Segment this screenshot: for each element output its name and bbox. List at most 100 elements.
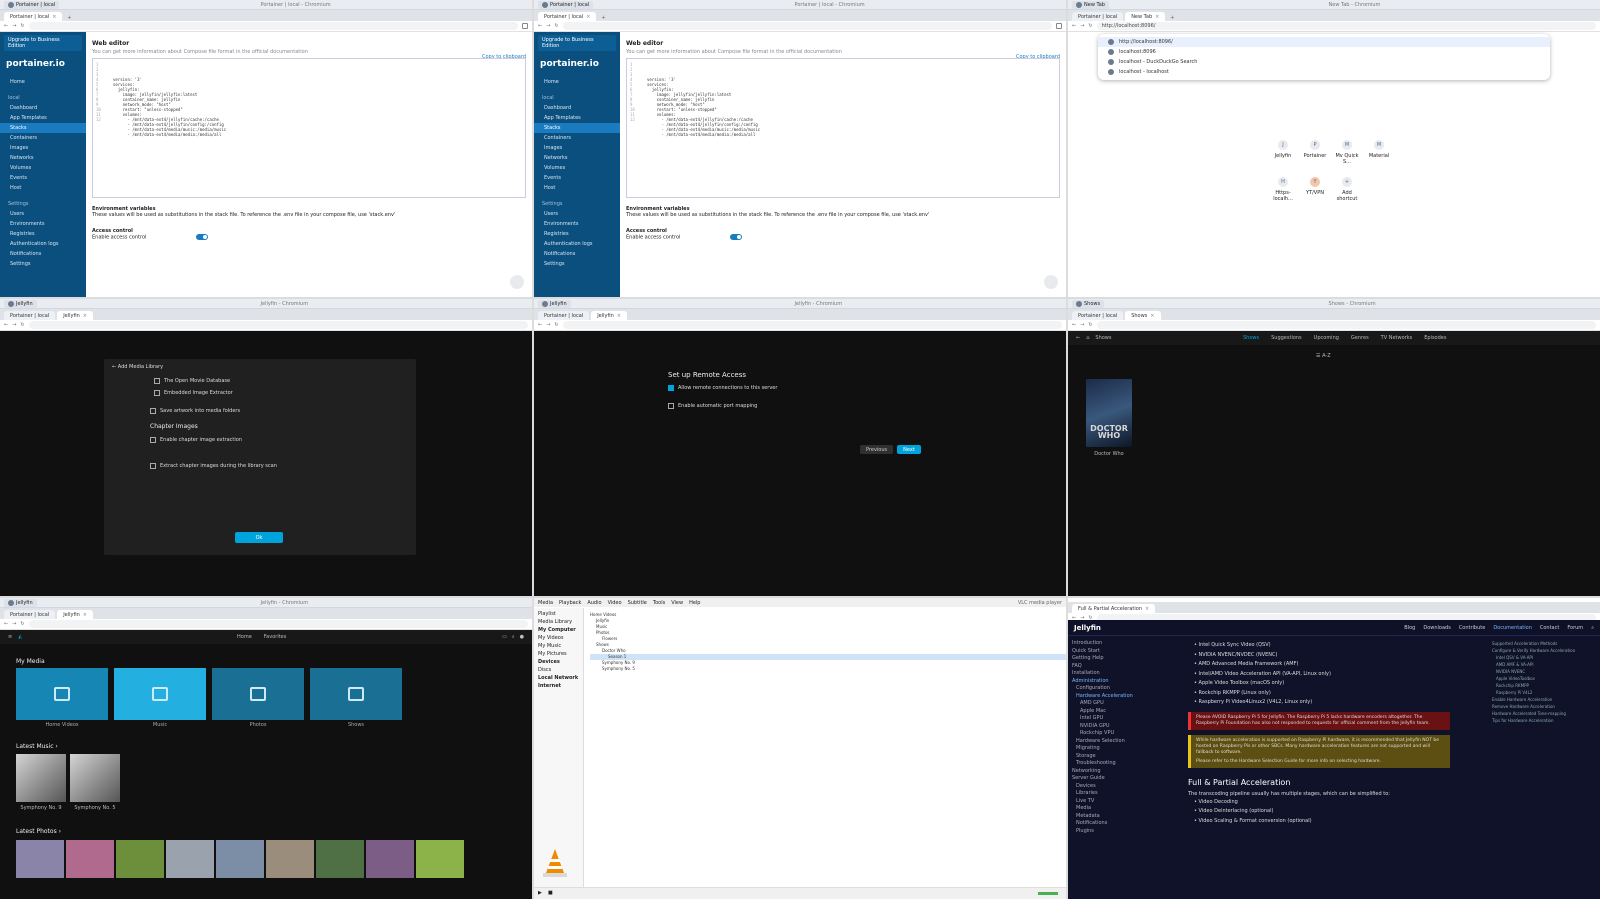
latest-music-heading[interactable]: Latest Music › xyxy=(16,743,58,750)
checkbox[interactable] xyxy=(668,403,674,409)
album-cover[interactable] xyxy=(70,754,120,802)
menu-audio[interactable]: Audio xyxy=(587,600,601,606)
taskbar-item-jellyfin[interactable]: Jellyfin xyxy=(4,299,37,308)
sidebar-item-environments[interactable]: Environments xyxy=(0,219,86,229)
side-link[interactable]: Storage xyxy=(1072,753,1144,761)
compose-editor[interactable]: 1 2 3 4 5 6 7 8 9 10 11 12 version: '3' … xyxy=(626,58,1060,198)
new-tab-button[interactable]: + xyxy=(598,15,608,21)
library-home-videos[interactable]: Home Videos xyxy=(16,668,108,728)
side-link[interactable]: Migrating xyxy=(1072,745,1144,753)
sidebar-item-auth-logs[interactable]: Authentication logs xyxy=(534,239,620,249)
url-field[interactable] xyxy=(28,321,528,329)
side-link[interactable]: Metadata xyxy=(1072,813,1144,821)
tab-jellyfin[interactable]: Jellyfin × xyxy=(591,311,627,320)
side-link[interactable]: Plugins xyxy=(1072,828,1144,836)
side-link[interactable]: Apple Mac xyxy=(1072,708,1144,716)
url-field[interactable] xyxy=(28,22,518,30)
stop-icon[interactable]: ■ xyxy=(548,890,553,896)
side-link[interactable]: Troubleshooting xyxy=(1072,760,1144,768)
menu-media[interactable]: Media xyxy=(538,600,553,606)
upgrade-banner[interactable]: Upgrade to Business Edition xyxy=(538,35,616,51)
sidebar-item-volumes[interactable]: Volumes xyxy=(534,163,620,173)
side-link[interactable]: Rockchip VPU xyxy=(1072,730,1144,738)
url-field[interactable]: http://localhost:8096/ xyxy=(1096,22,1596,30)
sidebar-item-app-templates[interactable]: App Templates xyxy=(0,113,86,123)
sidebar-item-users[interactable]: Users xyxy=(534,209,620,219)
allow-remote-option[interactable]: Allow remote connections to this server xyxy=(668,385,948,391)
sidebar-item-auth-logs[interactable]: Authentication logs xyxy=(0,239,86,249)
toc-link[interactable]: Raspberry Pi V4L2 xyxy=(1492,689,1594,696)
shortcut-3[interactable]: M Mv Quick S... xyxy=(1332,140,1362,165)
close-icon[interactable]: × xyxy=(1155,14,1159,20)
side-link[interactable]: Installation xyxy=(1072,670,1144,678)
menu-tools[interactable]: Tools xyxy=(653,600,665,606)
new-tab-button[interactable]: + xyxy=(1167,15,1177,21)
toc-link[interactable]: Tips for Hardware Acceleration xyxy=(1492,717,1594,724)
ok-button[interactable]: Ok xyxy=(235,532,283,543)
menu-playback[interactable]: Playback xyxy=(559,600,581,606)
tab-networks[interactable]: TV Networks xyxy=(1381,335,1413,341)
side-link[interactable]: Libraries xyxy=(1072,790,1144,798)
tab-episodes[interactable]: Episodes xyxy=(1424,335,1446,341)
toc-link[interactable]: Enable Hardware Acceleration xyxy=(1492,696,1594,703)
url-field[interactable] xyxy=(562,22,1052,30)
photo-thumb[interactable] xyxy=(166,840,214,878)
close-icon[interactable]: × xyxy=(1150,313,1154,319)
side-link[interactable]: Devices xyxy=(1072,783,1144,791)
forward-icon[interactable]: → xyxy=(546,322,550,328)
back-arrow-icon[interactable]: ← xyxy=(1076,335,1080,341)
checkbox[interactable] xyxy=(154,378,160,384)
side-link-active[interactable]: Hardware Acceleration xyxy=(1072,693,1144,701)
side-link[interactable]: AMD GPU xyxy=(1072,700,1144,708)
side-link[interactable]: NVIDIA GPU xyxy=(1072,723,1144,731)
nav-contact[interactable]: Contact xyxy=(1540,625,1559,631)
next-button[interactable]: Next xyxy=(897,445,921,454)
forward-icon[interactable]: → xyxy=(12,621,16,627)
sidebar-item-environments[interactable]: Environments xyxy=(534,219,620,229)
toc-link[interactable]: Supported Acceleration Methods xyxy=(1492,640,1594,647)
toc-link[interactable]: AMD AMF & VA-API xyxy=(1492,661,1594,668)
new-tab-button[interactable]: + xyxy=(64,15,74,21)
forward-icon[interactable]: → xyxy=(12,322,16,328)
back-icon[interactable]: ← xyxy=(4,322,8,328)
extension-icon[interactable] xyxy=(1056,23,1062,29)
photo-thumb[interactable] xyxy=(116,840,164,878)
sidebar-my-videos[interactable]: My Videos xyxy=(536,634,581,642)
taskbar-item-newtab[interactable]: New Tab xyxy=(1072,0,1109,9)
nav-contribute[interactable]: Contribute xyxy=(1459,625,1486,631)
side-link[interactable]: Live TV xyxy=(1072,798,1144,806)
side-link[interactable]: Intel GPU xyxy=(1072,715,1144,723)
sidebar-item-stacks[interactable]: Stacks xyxy=(0,123,86,133)
sidebar-item-events[interactable]: Events xyxy=(0,173,86,183)
toc-link[interactable]: NVIDIA NVENC xyxy=(1492,668,1594,675)
close-icon[interactable]: × xyxy=(83,313,87,319)
toc-link[interactable]: Rockchip RKMPP xyxy=(1492,682,1594,689)
nav-blog[interactable]: Blog xyxy=(1404,625,1415,631)
volume-slider[interactable] xyxy=(1038,892,1058,895)
side-link[interactable]: Networking xyxy=(1072,768,1144,776)
reload-icon[interactable]: ↻ xyxy=(20,322,24,328)
sidebar-discs[interactable]: Discs xyxy=(536,666,581,674)
close-icon[interactable]: × xyxy=(586,14,590,20)
tab-shows[interactable]: Shows × xyxy=(1125,311,1161,320)
search-icon[interactable]: ⌕ xyxy=(1591,625,1594,631)
tree-node[interactable]: Symphony No. 5 xyxy=(590,666,1066,672)
reload-icon[interactable]: ↻ xyxy=(554,322,558,328)
back-icon[interactable]: ← xyxy=(1072,23,1076,29)
shortcut-material[interactable]: M Material xyxy=(1364,140,1394,165)
tab-portainer[interactable]: Portainer | local xyxy=(1072,12,1124,21)
sidebar-item-host[interactable]: Host xyxy=(0,183,86,193)
photo-thumb[interactable] xyxy=(416,840,464,878)
side-link[interactable]: Hardware Selection xyxy=(1072,738,1144,746)
side-link[interactable]: Administration xyxy=(1072,678,1144,686)
side-link[interactable]: Getting Help xyxy=(1072,655,1144,663)
tab-portainer[interactable]: Portainer | local × xyxy=(538,12,597,21)
checkbox-checked[interactable] xyxy=(668,385,674,391)
tab-portainer[interactable]: Portainer | local xyxy=(538,311,590,320)
checkbox[interactable] xyxy=(150,408,156,414)
latest-photos-heading[interactable]: Latest Photos › xyxy=(16,828,61,835)
tab-portainer[interactable]: Portainer | local xyxy=(4,610,56,619)
sidebar-item-networks[interactable]: Networks xyxy=(0,153,86,163)
side-link[interactable]: FAQ xyxy=(1072,663,1144,671)
suggestion-row[interactable]: localhost - DuckDuckGo Search xyxy=(1098,57,1550,67)
